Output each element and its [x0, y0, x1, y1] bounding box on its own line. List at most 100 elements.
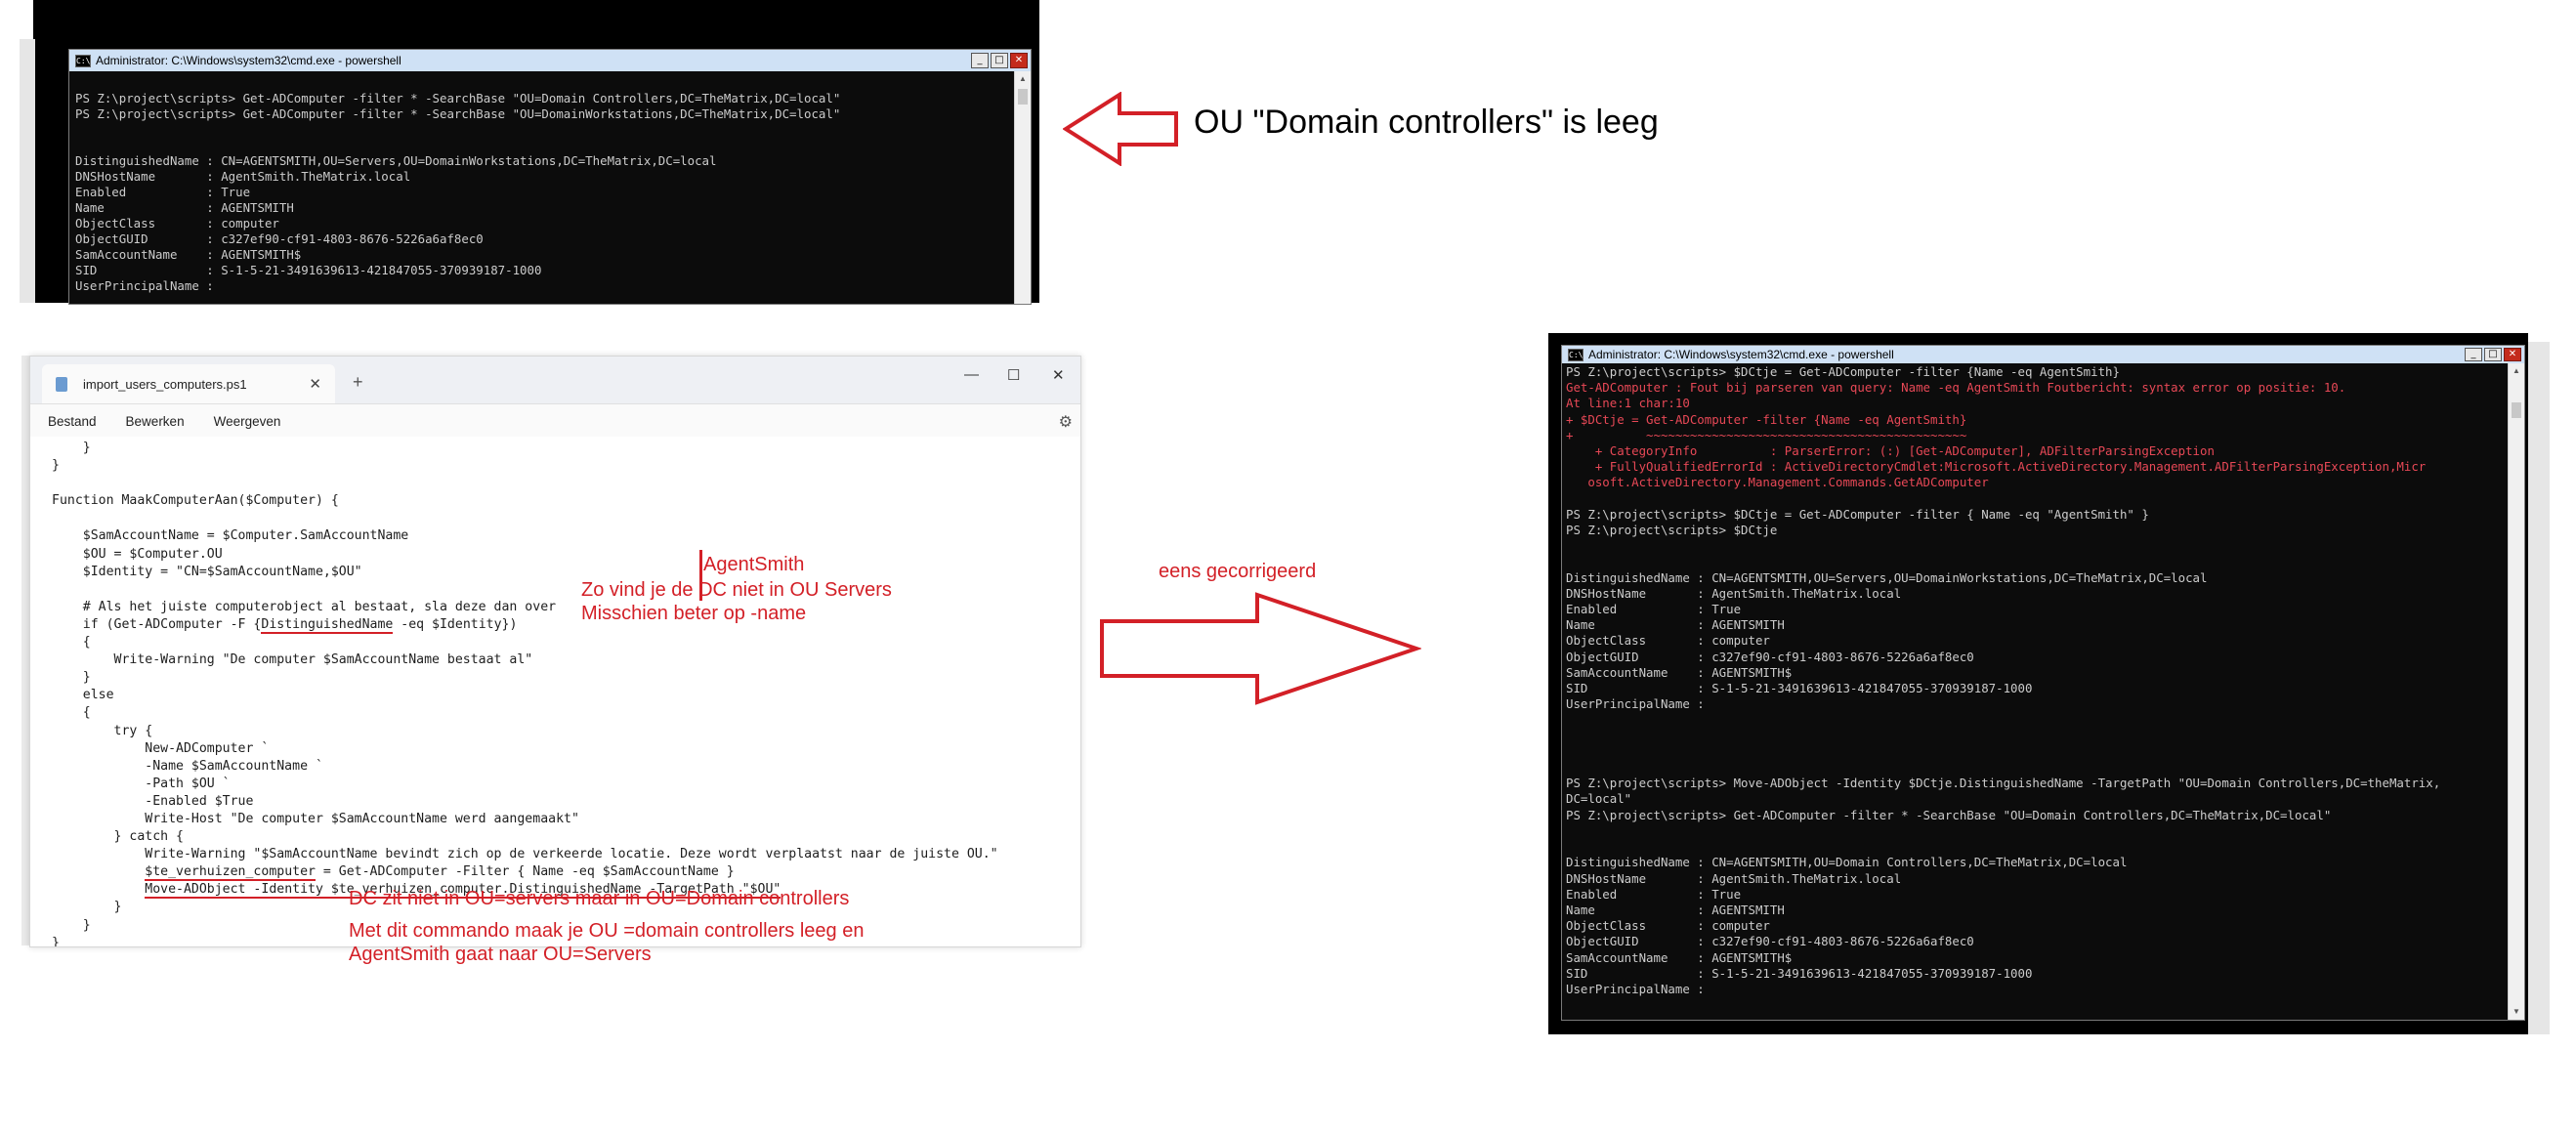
right-console-window: C:\ Administrator: C:\Windows\system32\c…: [1561, 345, 2525, 1021]
scroll-thumb[interactable]: [2512, 402, 2521, 418]
notepad-tabbar: import_users_computers.ps1 ✕ + — ☐ ✕: [30, 357, 1080, 404]
console-line: Enabled : True: [1566, 602, 1742, 617]
code-line: $OU = $Computer.OU: [52, 546, 223, 562]
console-line: SID : S-1-5-21-3491639613-421847055-3709…: [1566, 965, 2033, 981]
console-line: UserPrincipalName :: [75, 278, 214, 293]
cmd-icon: C:\: [1568, 348, 1584, 361]
notepad-menubar: Bestand Bewerken Weergeven ⚙: [30, 404, 1080, 438]
scroll-up-icon[interactable]: ▲: [1015, 71, 1031, 87]
annotation-met-dit-2: AgentSmith gaat naar OU=Servers: [349, 944, 652, 965]
right-arrow-icon: [1100, 592, 1421, 705]
console-line: Name : AGENTSMITH: [1566, 902, 1785, 917]
console-line: PS Z:\project\scripts> Get-ADComputer -f…: [75, 91, 841, 105]
console-line: DistinguishedName : CN=AGENTSMITH,OU=Ser…: [1566, 569, 2208, 585]
close-button[interactable]: ✕: [2504, 348, 2521, 361]
settings-gear-icon[interactable]: ⚙: [1059, 412, 1073, 432]
right-console-output[interactable]: PS Z:\project\scripts> $DCtje = Get-ADCo…: [1562, 363, 2509, 1020]
code-line: }: [52, 458, 60, 474]
right-console-title: Administrator: C:\Windows\system32\cmd.e…: [1588, 348, 1894, 361]
close-button[interactable]: ✕: [1052, 366, 1065, 384]
tab-close-icon[interactable]: ✕: [309, 375, 321, 393]
code-line: }: [52, 670, 91, 686]
cmd-icon: C:\: [75, 54, 91, 67]
maximize-button[interactable]: □: [991, 53, 1008, 68]
console-line: DNSHostName : AgentSmith.TheMatrix.local: [75, 169, 411, 184]
console-line: DC=local": [1566, 791, 1632, 807]
console-line: PS Z:\project\scripts> Move-ADObject -Id…: [1566, 776, 2441, 791]
console-line: PS Z:\project\scripts> Get-ADComputer -f…: [75, 106, 841, 121]
annotation-agentsmith: AgentSmith: [703, 554, 805, 575]
code-line: Write-Warning "De computer $SamAccountNa…: [52, 652, 533, 668]
console-line: ObjectClass : computer: [1566, 633, 1770, 649]
console-line: PS Z:\project\scripts> $DCtje: [1566, 523, 1778, 538]
console-line: Enabled : True: [75, 185, 251, 199]
file-icon: [56, 376, 67, 392]
right-console-scrollbar[interactable]: ▲ ▼: [2508, 363, 2524, 1020]
console-line: PS Z:\project\scripts> $DCtje = Get-ADCo…: [1566, 506, 2149, 522]
menu-weergeven[interactable]: Weergeven: [214, 414, 281, 429]
minimize-button[interactable]: _: [2465, 348, 2482, 361]
top-console-scrollbar[interactable]: ▲: [1014, 71, 1031, 304]
console-line: UserPrincipalName :: [1566, 696, 1705, 712]
notepad-editor[interactable]: }} Function MaakComputerAan($Computer) {…: [30, 437, 1080, 946]
console-line: DistinguishedName : CN=AGENTSMITH,OU=Ser…: [75, 153, 717, 168]
code-line: $SamAccountName = $Computer.SamAccountNa…: [52, 528, 409, 544]
console-line: SamAccountName : AGENTSMITH$: [1566, 664, 1793, 680]
top-annotation: OU "Domain controllers" is leeg: [1194, 104, 1659, 141]
annotation-met-dit-1: Met dit commando maak je OU =domain cont…: [349, 920, 865, 942]
minimize-button[interactable]: —: [964, 366, 979, 383]
console-line: DNSHostName : AgentSmith.TheMatrix.local: [1566, 870, 1902, 886]
close-button[interactable]: ✕: [1010, 53, 1028, 68]
code-line: Function MaakComputerAan($Computer) {: [52, 493, 339, 509]
top-console-shadow: [20, 39, 35, 303]
annotation-dc-zit: DC zit niet in OU=servers maar in OU=Dom…: [349, 888, 850, 909]
maximize-button[interactable]: ☐: [1007, 366, 1020, 384]
console-line: UserPrincipalName :: [1566, 981, 1705, 996]
console-line: ObjectGUID : c327ef90-cf91-4803-8676-522…: [75, 231, 484, 246]
code-line: } catch {: [52, 829, 184, 845]
new-tab-button[interactable]: +: [353, 372, 363, 393]
right-console-titlebar[interactable]: C:\ Administrator: C:\Windows\system32\c…: [1562, 346, 2524, 363]
top-console-titlebar[interactable]: C:\ Administrator: C:\Windows\system32\c…: [69, 50, 1031, 71]
maximize-button[interactable]: □: [2484, 348, 2502, 361]
code-line: try {: [52, 723, 153, 738]
right-console-shadow: [2528, 342, 2550, 1034]
console-line: SID : S-1-5-21-3491639613-421847055-3709…: [1566, 681, 2033, 696]
scroll-down-icon[interactable]: ▼: [2509, 1004, 2524, 1020]
code-line: {: [52, 705, 91, 721]
console-line: ObjectGUID : c327ef90-cf91-4803-8676-522…: [1566, 649, 1974, 664]
menu-bewerken[interactable]: Bewerken: [126, 414, 185, 429]
scroll-thumb[interactable]: [1018, 89, 1028, 105]
top-console-output[interactable]: PS Z:\project\scripts> Get-ADComputer -f…: [69, 71, 1015, 304]
console-line: DNSHostName : AgentSmith.TheMatrix.local: [1566, 585, 1902, 601]
console-line: Enabled : True: [1566, 886, 1742, 902]
code-line: $Identity = "CN=$SamAccountName,$OU": [52, 564, 362, 579]
console-line: ObjectClass : computer: [75, 216, 279, 231]
scroll-up-icon[interactable]: ▲: [2509, 363, 2524, 379]
console-line: SamAccountName : AGENTSMITH$: [75, 247, 302, 262]
code-line: }: [52, 441, 91, 455]
menu-bestand[interactable]: Bestand: [48, 414, 97, 429]
code-line: else: [52, 688, 114, 703]
console-line: Name : AGENTSMITH: [1566, 617, 1785, 633]
console-error-line: + CategoryInfo : ParserError: (:) [Get-A…: [1566, 443, 2215, 459]
code-highlight: DistinguishedName: [261, 616, 394, 634]
minimize-button[interactable]: _: [971, 53, 989, 68]
left-arrow-icon: [1063, 92, 1178, 166]
code-line: Write-Host "De computer $SamAccountName …: [52, 811, 579, 826]
code-line: {: [52, 635, 91, 651]
console-line: SamAccountName : AGENTSMITH$: [1566, 949, 1793, 965]
console-error-line: At line:1 char:10: [1566, 396, 1690, 411]
tab-import-users-computers[interactable]: import_users_computers.ps1 ✕: [42, 364, 335, 403]
